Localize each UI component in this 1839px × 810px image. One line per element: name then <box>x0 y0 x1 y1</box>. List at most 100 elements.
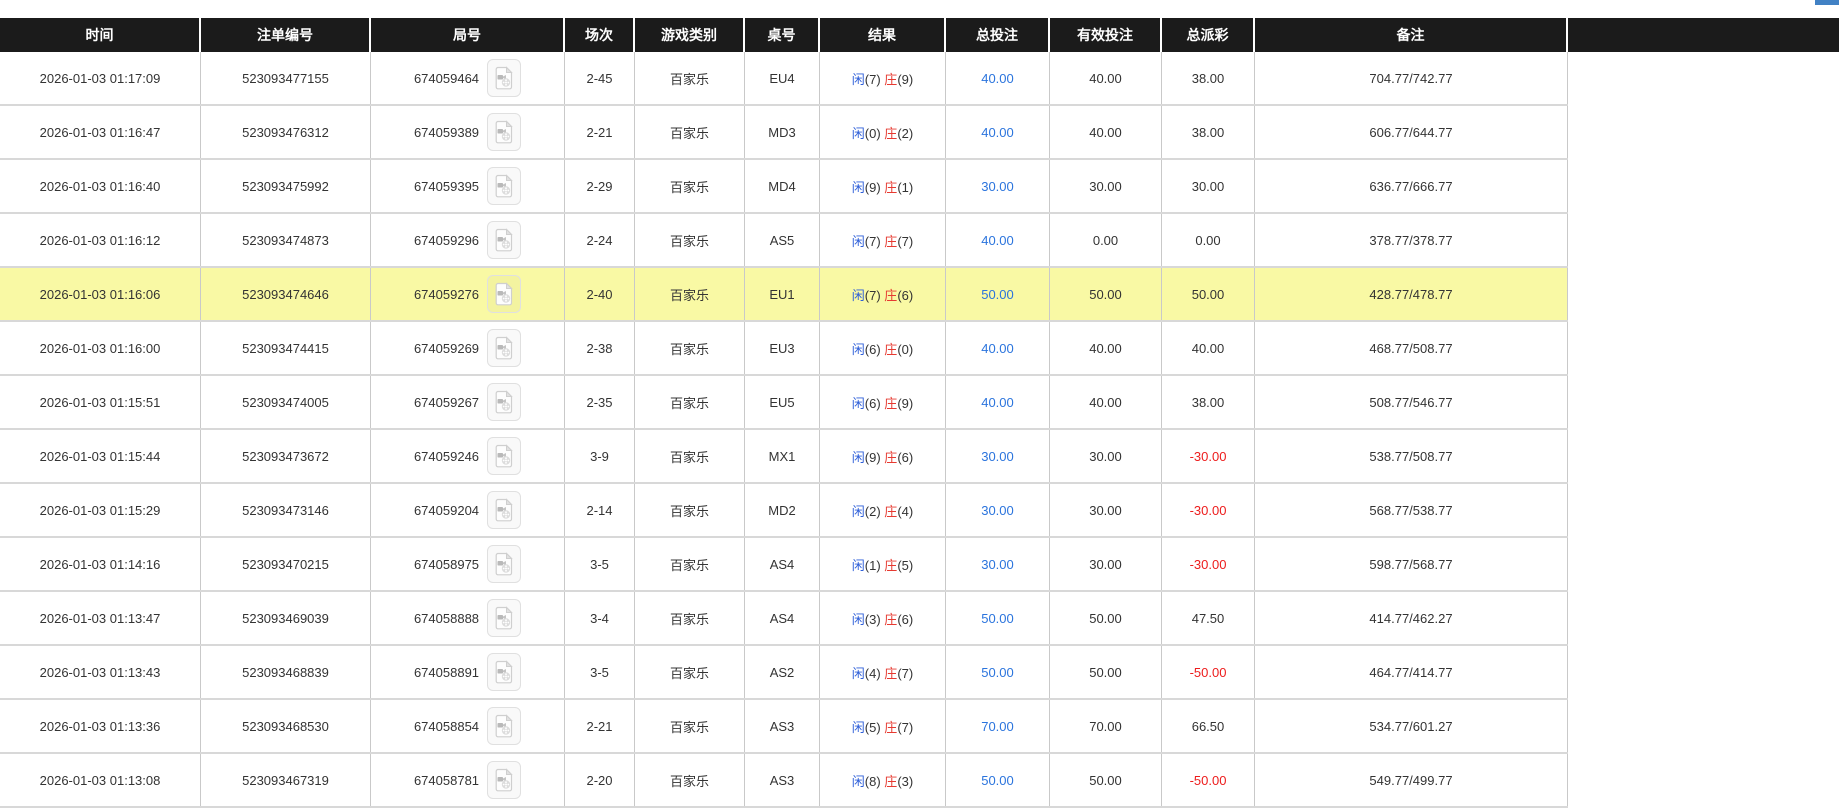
table-row[interactable]: 2026-01-03 01:17:09 523093477155 674059464… <box>0 52 1568 106</box>
result-text: 闲(5) 庄(7) <box>852 717 913 736</box>
cell-remark: 508.77/546.77 <box>1255 376 1568 428</box>
cell-table-no: AS3 <box>745 700 820 752</box>
round-id-value: 674059296 <box>413 232 480 248</box>
cell-result: 闲(8) 庄(3) <box>820 754 946 806</box>
cell-time: 2026-01-03 01:15:51 <box>0 376 201 428</box>
column-header-game_type: 游戏类别 <box>635 18 745 52</box>
video-icon[interactable] <box>487 653 522 691</box>
cell-bet-id: 523093467319 <box>201 754 371 806</box>
cell-table-no: EU4 <box>745 52 820 104</box>
table-row[interactable]: 2026-01-03 01:15:44 523093473672 674059246… <box>0 430 1568 484</box>
payout-value: -30.00 <box>1189 448 1227 464</box>
player-score: (9) <box>864 449 885 465</box>
cell-total-payout: -30.00 <box>1162 484 1255 536</box>
total-bet-link[interactable]: 40.00 <box>981 125 1014 140</box>
table-row[interactable]: 2026-01-03 01:14:16 523093470215 674058975… <box>0 538 1568 592</box>
cell-session: 3-5 <box>565 538 635 590</box>
table-row[interactable]: 2026-01-03 01:15:29 523093473146 674059204… <box>0 484 1568 538</box>
cell-time: 2026-01-03 01:13:36 <box>0 700 201 752</box>
round-id-value: 674059269 <box>413 340 480 356</box>
total-bet-link[interactable]: 30.00 <box>981 557 1014 572</box>
cell-total-bet: 30.00 <box>946 430 1050 482</box>
cell-table-no: MD2 <box>745 484 820 536</box>
cell-time: 2026-01-03 01:16:06 <box>0 268 201 320</box>
video-icon[interactable] <box>487 59 522 97</box>
cell-total-bet: 40.00 <box>946 106 1050 158</box>
total-bet-link[interactable]: 40.00 <box>981 71 1014 86</box>
total-bet-link[interactable]: 40.00 <box>981 233 1014 248</box>
cell-total-payout: 47.50 <box>1162 592 1255 644</box>
table-row[interactable]: 2026-01-03 01:16:00 523093474415 674059269… <box>0 322 1568 376</box>
total-bet-link[interactable]: 50.00 <box>981 287 1014 302</box>
video-icon[interactable] <box>487 221 522 259</box>
table-row[interactable]: 2026-01-03 01:15:51 523093474005 674059267… <box>0 376 1568 430</box>
bet-records-page: 时间 注单编号 局号 场次 游戏类别 桌号 结果 总投注 有效投注 总派彩 备注 2026-01-0… <box>0 0 1839 810</box>
total-bet-link[interactable]: 30.00 <box>981 449 1014 464</box>
cell-valid-bet: 50.00 <box>1050 592 1162 644</box>
total-bet-link[interactable]: 30.00 <box>981 179 1014 194</box>
video-icon[interactable] <box>487 599 522 637</box>
cell-total-payout: 38.00 <box>1162 106 1255 158</box>
cell-valid-bet: 70.00 <box>1050 700 1162 752</box>
total-bet-link[interactable]: 70.00 <box>981 719 1014 734</box>
video-icon[interactable] <box>487 545 522 583</box>
player-score: (7) <box>864 287 885 303</box>
cell-session: 2-29 <box>565 160 635 212</box>
cell-result: 闲(2) 庄(4) <box>820 484 946 536</box>
video-icon[interactable] <box>487 383 522 421</box>
round-id-value: 674059276 <box>413 286 480 302</box>
cell-round-id: 674059296 <box>371 214 565 266</box>
video-icon[interactable] <box>487 761 522 799</box>
cell-time: 2026-01-03 01:13:43 <box>0 646 201 698</box>
video-icon[interactable] <box>487 329 522 367</box>
banker-label: 庄 <box>884 71 898 87</box>
table-row[interactable]: 2026-01-03 01:16:06 523093474646 674059276… <box>0 268 1568 322</box>
cell-total-bet: 40.00 <box>946 214 1050 266</box>
cell-bet-id: 523093474646 <box>201 268 371 320</box>
table-row[interactable]: 2026-01-03 01:13:08 523093467319 674058781… <box>0 754 1568 808</box>
total-bet-link[interactable]: 50.00 <box>981 611 1014 626</box>
total-bet-link[interactable]: 40.00 <box>981 341 1014 356</box>
video-icon[interactable] <box>487 113 522 151</box>
player-score: (7) <box>864 233 885 249</box>
total-bet-link[interactable]: 30.00 <box>981 503 1014 518</box>
table-row[interactable]: 2026-01-03 01:16:40 523093475992 674059395… <box>0 160 1568 214</box>
payout-value: -30.00 <box>1189 556 1227 572</box>
banker-label: 庄 <box>884 557 898 573</box>
cell-total-payout: 38.00 <box>1162 376 1255 428</box>
table-row[interactable]: 2026-01-03 01:13:43 523093468839 674058891… <box>0 646 1568 700</box>
cell-time: 2026-01-03 01:16:47 <box>0 106 201 158</box>
cell-round-id: 674058975 <box>371 538 565 590</box>
table-row[interactable]: 2026-01-03 01:16:47 523093476312 674059389… <box>0 106 1568 160</box>
table-row[interactable]: 2026-01-03 01:13:47 523093469039 674058888… <box>0 592 1568 646</box>
video-icon[interactable] <box>487 491 522 529</box>
video-icon[interactable] <box>487 707 522 745</box>
video-icon[interactable] <box>487 437 522 475</box>
cell-result: 闲(7) 庄(7) <box>820 214 946 266</box>
cell-valid-bet: 30.00 <box>1050 484 1162 536</box>
cell-table-no: EU3 <box>745 322 820 374</box>
round-id-value: 674059246 <box>413 448 480 464</box>
round-id-value: 674058975 <box>413 556 480 572</box>
cell-table-no: AS2 <box>745 646 820 698</box>
cell-round-id: 674058781 <box>371 754 565 806</box>
cell-valid-bet: 50.00 <box>1050 268 1162 320</box>
total-bet-link[interactable]: 50.00 <box>981 773 1014 788</box>
cell-bet-id: 523093469039 <box>201 592 371 644</box>
banker-label: 庄 <box>884 125 898 141</box>
video-icon[interactable] <box>487 275 522 313</box>
top-right-button-fragment[interactable] <box>1815 0 1839 5</box>
cell-total-bet: 30.00 <box>946 160 1050 212</box>
video-icon[interactable] <box>487 167 522 205</box>
banker-score: (7) <box>897 233 914 249</box>
payout-value: -50.00 <box>1189 772 1227 788</box>
banker-label: 庄 <box>884 179 898 195</box>
player-label: 闲 <box>851 611 865 627</box>
banker-score: (6) <box>897 287 914 303</box>
cell-valid-bet: 50.00 <box>1050 754 1162 806</box>
total-bet-link[interactable]: 50.00 <box>981 665 1014 680</box>
cell-table-no: AS5 <box>745 214 820 266</box>
total-bet-link[interactable]: 40.00 <box>981 395 1014 410</box>
table-row[interactable]: 2026-01-03 01:13:36 523093468530 674058854… <box>0 700 1568 754</box>
table-row[interactable]: 2026-01-03 01:16:12 523093474873 674059296… <box>0 214 1568 268</box>
